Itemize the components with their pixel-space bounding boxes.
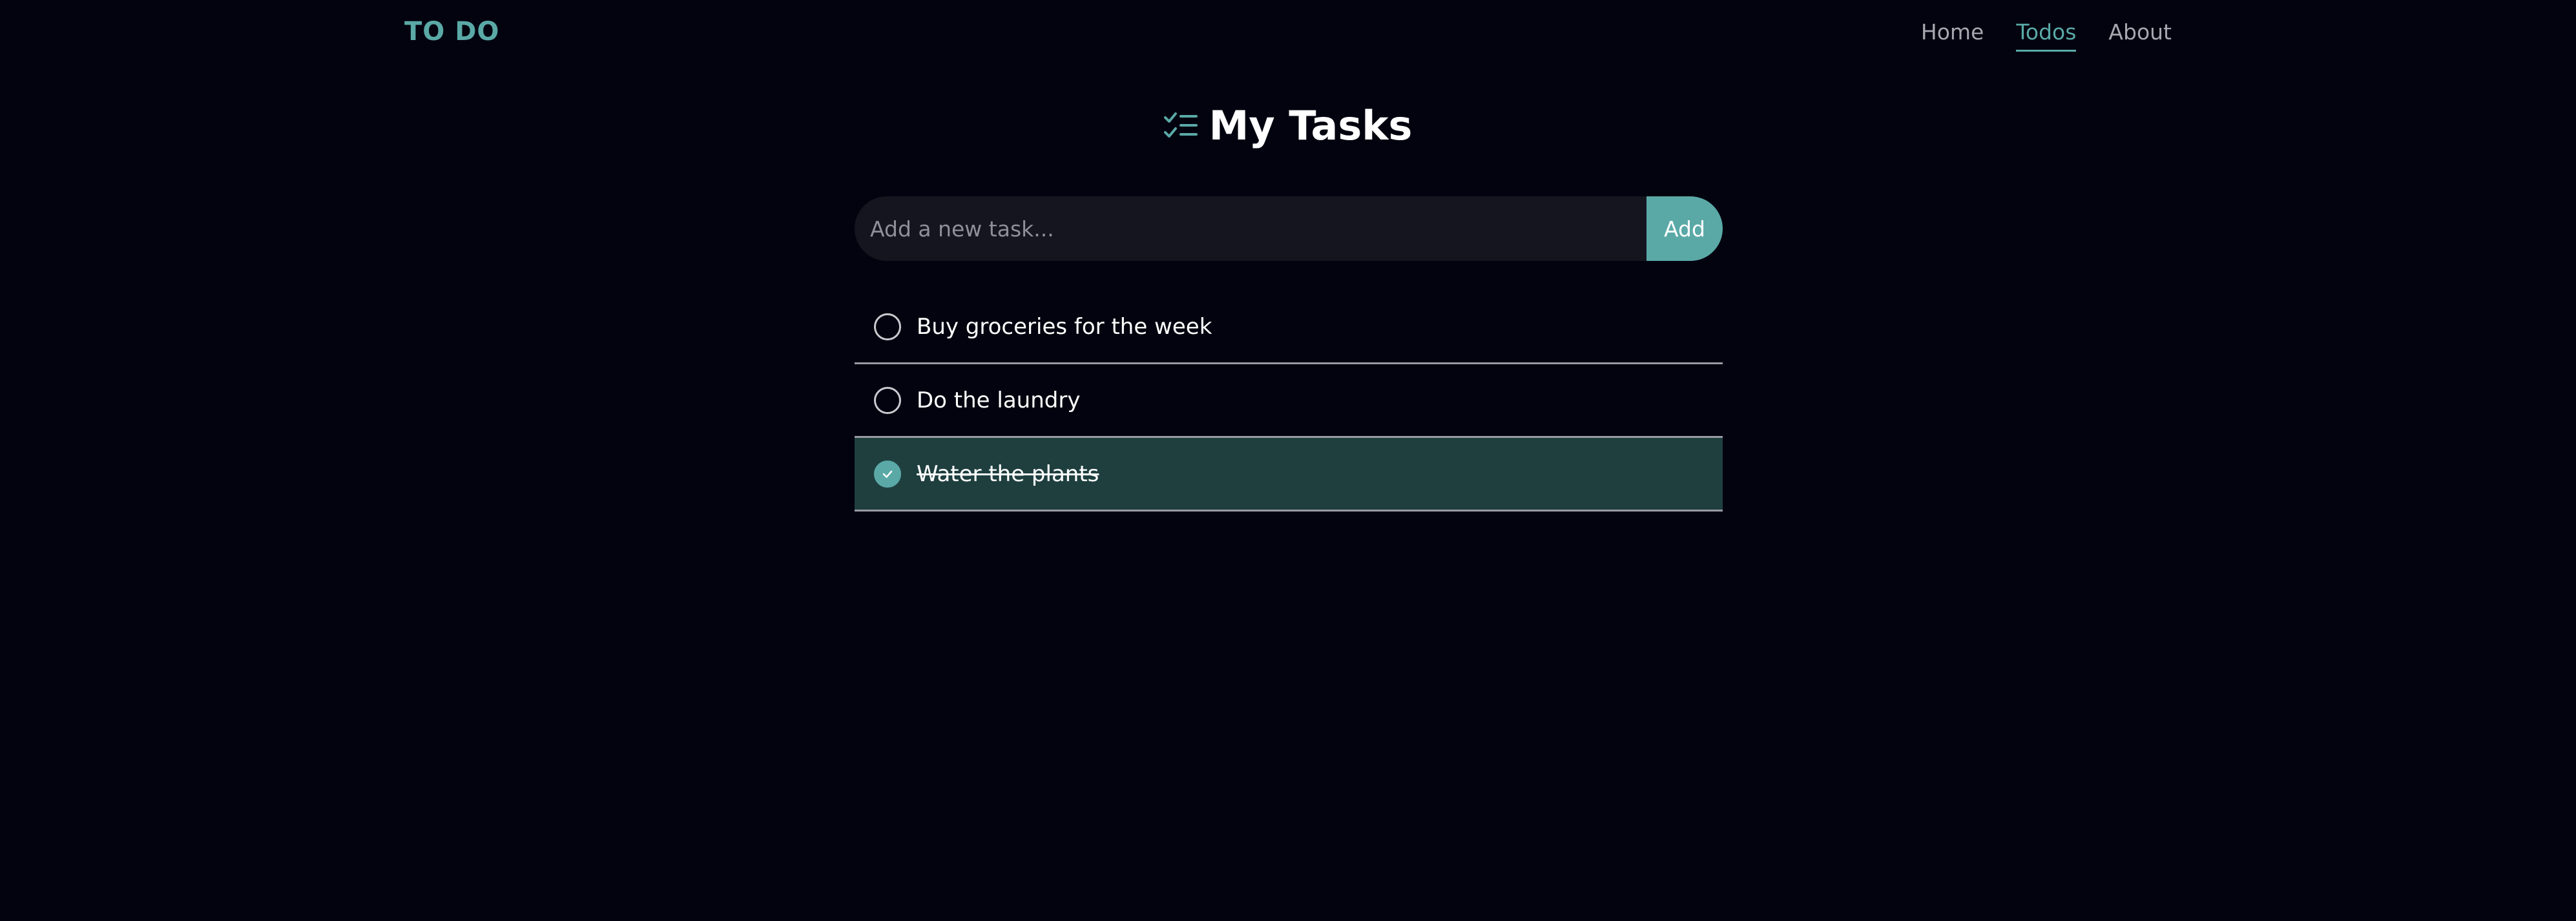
task-text: Water the plants	[917, 460, 1099, 487]
nav-link-about[interactable]: About	[2108, 19, 2172, 52]
check-circle-icon[interactable]	[874, 460, 901, 488]
task-list: Buy groceries for the week Do the laundr…	[855, 291, 1723, 512]
checklist-icon	[1163, 111, 1198, 141]
page-title: My Tasks	[1209, 102, 1413, 149]
task-item[interactable]: Do the laundry	[855, 364, 1723, 438]
task-item[interactable]: Buy groceries for the week	[855, 291, 1723, 364]
nav-links: Home Todos About	[1921, 19, 2172, 52]
unchecked-circle-icon[interactable]	[874, 386, 901, 414]
add-task-button[interactable]: Add	[1646, 196, 1723, 261]
title-row: My Tasks	[0, 102, 2576, 149]
nav-link-home[interactable]: Home	[1921, 19, 1984, 52]
unchecked-circle-icon[interactable]	[874, 313, 901, 340]
nav-link-todos[interactable]: Todos	[2016, 19, 2077, 52]
top-nav: TO DO Home Todos About	[0, 0, 2576, 67]
new-task-input[interactable]	[855, 196, 1646, 261]
task-text: Do the laundry	[917, 387, 1081, 413]
task-text: Buy groceries for the week	[917, 313, 1212, 340]
brand-logo[interactable]: TO DO	[404, 17, 499, 47]
task-item-completed[interactable]: Water the plants	[855, 438, 1723, 512]
add-task-form: Add	[855, 196, 1723, 261]
